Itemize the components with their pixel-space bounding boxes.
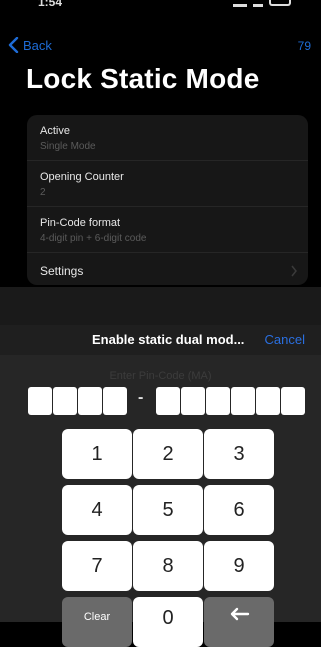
pin-entry-sheet: Enable static dual mod... Cancel Enter P… xyxy=(0,325,321,647)
key-6[interactable]: 6 xyxy=(204,485,274,535)
key-4[interactable]: 4 xyxy=(62,485,132,535)
backspace-icon xyxy=(230,607,250,621)
sheet-title: Enable static dual mod... xyxy=(92,332,245,347)
nav-bar: Back 79 xyxy=(0,34,321,58)
row-value: Single Mode xyxy=(40,141,96,152)
key-9[interactable]: 9 xyxy=(204,541,274,591)
sheet-header: Enable static dual mod... Cancel xyxy=(0,325,321,355)
key-5[interactable]: 5 xyxy=(133,485,203,535)
signal-icon xyxy=(233,0,247,7)
settings-row-settings[interactable]: Settings xyxy=(27,253,308,285)
dim-overlay xyxy=(0,287,321,327)
status-time: 1:54 xyxy=(38,0,63,9)
pin-prompt: Enter Pin-Code (MA) xyxy=(109,370,212,382)
wifi-icon xyxy=(253,0,263,7)
key-8[interactable]: 8 xyxy=(133,541,203,591)
back-label: Back xyxy=(23,37,52,53)
settings-row-opening-counter[interactable]: Opening Counter 2 xyxy=(27,161,308,207)
chevron-right-icon xyxy=(291,265,297,277)
code-digit-box[interactable] xyxy=(206,387,230,415)
key-0[interactable]: 0 xyxy=(133,597,203,647)
backspace-button[interactable] xyxy=(204,597,274,647)
key-2[interactable]: 2 xyxy=(133,429,203,479)
code-digit-box[interactable] xyxy=(156,387,180,415)
pin-separator: - xyxy=(138,389,144,406)
code-digit-box[interactable] xyxy=(256,387,280,415)
row-label: Settings xyxy=(40,264,84,278)
numeric-keypad: 1 2 3 4 5 6 7 8 9 Clear 0 xyxy=(0,429,321,647)
code-digit-box[interactable] xyxy=(231,387,255,415)
status-bar: 1:54 xyxy=(0,0,321,14)
row-label: Active xyxy=(40,125,70,137)
settings-card: Active Single Mode Opening Counter 2 Pin… xyxy=(27,115,308,285)
page-title: Lock Static Mode xyxy=(26,63,260,94)
nav-count: 79 xyxy=(297,39,311,53)
row-value: 4-digit pin + 6-digit code xyxy=(40,233,147,244)
clear-button[interactable]: Clear xyxy=(62,597,132,647)
code-digit-box[interactable] xyxy=(181,387,205,415)
code-digit-box[interactable] xyxy=(281,387,305,415)
settings-row-active[interactable]: Active Single Mode xyxy=(27,115,308,161)
pin-digit-box[interactable] xyxy=(78,387,102,415)
pin-digit-box[interactable] xyxy=(103,387,127,415)
pin-digit-box[interactable] xyxy=(28,387,52,415)
row-value: 2 xyxy=(40,187,46,198)
key-1[interactable]: 1 xyxy=(62,429,132,479)
key-7[interactable]: 7 xyxy=(62,541,132,591)
pin-digit-box[interactable] xyxy=(53,387,77,415)
back-button[interactable]: Back xyxy=(8,37,52,53)
row-label: Opening Counter xyxy=(40,171,124,183)
status-icons xyxy=(233,0,291,7)
chevron-left-icon xyxy=(8,37,19,53)
cancel-button[interactable]: Cancel xyxy=(265,332,305,347)
settings-row-pin-code-format[interactable]: Pin-Code format 4-digit pin + 6-digit co… xyxy=(27,207,308,253)
battery-icon xyxy=(269,0,291,6)
key-3[interactable]: 3 xyxy=(204,429,274,479)
row-label: Pin-Code format xyxy=(40,217,121,229)
